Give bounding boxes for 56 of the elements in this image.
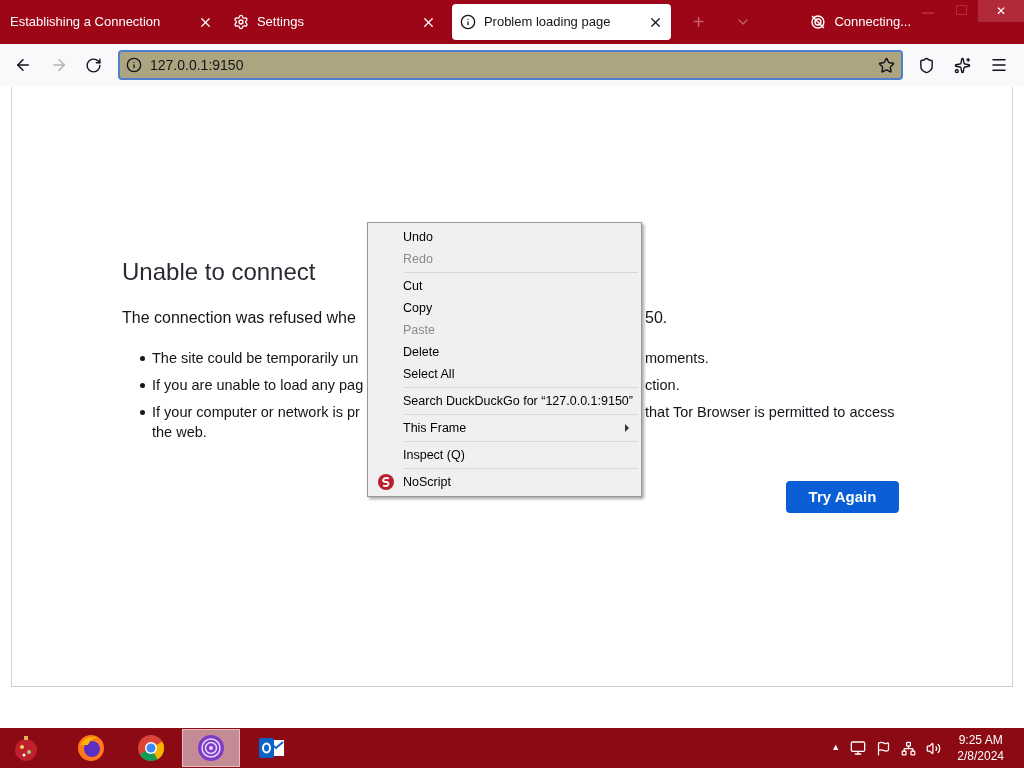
error-description: The connection was refused whe xyxy=(122,308,356,328)
menu-item[interactable]: Cut xyxy=(368,275,641,297)
browser-tab[interactable]: Problem loading page xyxy=(451,4,671,40)
bullet-text: If your computer or network is pr xyxy=(152,403,360,422)
clock-date[interactable]: 2/8/2024 xyxy=(957,748,1004,764)
bullet-text: ction. xyxy=(645,376,680,395)
chrome-circle-icon xyxy=(136,733,166,763)
bullet-text: If you are unable to load any pag xyxy=(152,376,364,395)
shield-icon[interactable] xyxy=(918,56,935,74)
address-bar[interactable]: 127.0.0.1:9150 xyxy=(118,50,903,80)
reload-icon[interactable] xyxy=(85,56,102,74)
clock-time[interactable]: 9:25 AM xyxy=(958,732,1003,748)
menu-item[interactable]: Search DuckDuckGo for “127.0.0.1:9150” xyxy=(368,390,641,412)
error-description: 50. xyxy=(645,308,668,328)
url-text: 127.0.0.1:9150 xyxy=(150,55,245,75)
bullet-text: The site could be temporarily un xyxy=(152,349,359,368)
sparkle-broom-icon[interactable] xyxy=(954,56,971,74)
info-icon[interactable] xyxy=(126,57,142,73)
bullet-icon xyxy=(140,355,145,361)
bullet-text: the web. xyxy=(152,423,207,442)
speaker-icon[interactable] xyxy=(926,740,942,756)
tab-title: Problem loading page xyxy=(483,13,612,32)
close-window-button[interactable]: ✕ xyxy=(978,0,1024,22)
flag-icon[interactable] xyxy=(876,740,892,756)
tray-arrow[interactable]: ▲ xyxy=(831,741,841,755)
info-icon xyxy=(459,14,476,30)
onion-circle-icon xyxy=(196,733,226,763)
menu-icon[interactable] xyxy=(990,56,1008,74)
bullet-text: that Tor Browser is permitted to access xyxy=(645,403,895,422)
network-icon[interactable] xyxy=(901,740,917,756)
submenu-arrow-icon xyxy=(625,424,629,432)
back-icon[interactable] xyxy=(14,56,32,74)
try-again-button[interactable]: Try Again xyxy=(786,481,899,513)
menu-item[interactable]: NoScript xyxy=(368,471,641,493)
menu-item[interactable]: Undo xyxy=(368,226,641,248)
bullet-text: moments. xyxy=(645,349,709,368)
no-signal-icon xyxy=(810,14,827,30)
gear-icon xyxy=(232,14,249,30)
menu-item[interactable]: Delete xyxy=(368,341,641,363)
menu-item[interactable]: This Frame xyxy=(368,417,641,439)
bullet-icon xyxy=(140,409,145,415)
bullet-icon xyxy=(140,382,145,388)
menu-item[interactable]: Select All xyxy=(368,363,641,385)
tab-title: Settings xyxy=(256,13,305,32)
browser-tab[interactable]: Establishing a Connection xyxy=(0,4,223,40)
tab-title: Establishing a Connection xyxy=(10,13,162,32)
menu-item[interactable]: Inspect (Q) xyxy=(368,444,641,466)
browser-tab[interactable]: Settings xyxy=(222,4,446,40)
menu-item[interactable]: Copy xyxy=(368,297,641,319)
connection-status: Connecting... xyxy=(834,13,911,32)
extension-s-icon xyxy=(377,474,394,490)
taskbar-app[interactable] xyxy=(182,729,240,767)
error-title: Unable to connect xyxy=(122,257,316,287)
fox-globe-icon xyxy=(76,733,106,763)
star-icon[interactable] xyxy=(878,56,895,74)
monitor-icon[interactable] xyxy=(850,740,867,756)
